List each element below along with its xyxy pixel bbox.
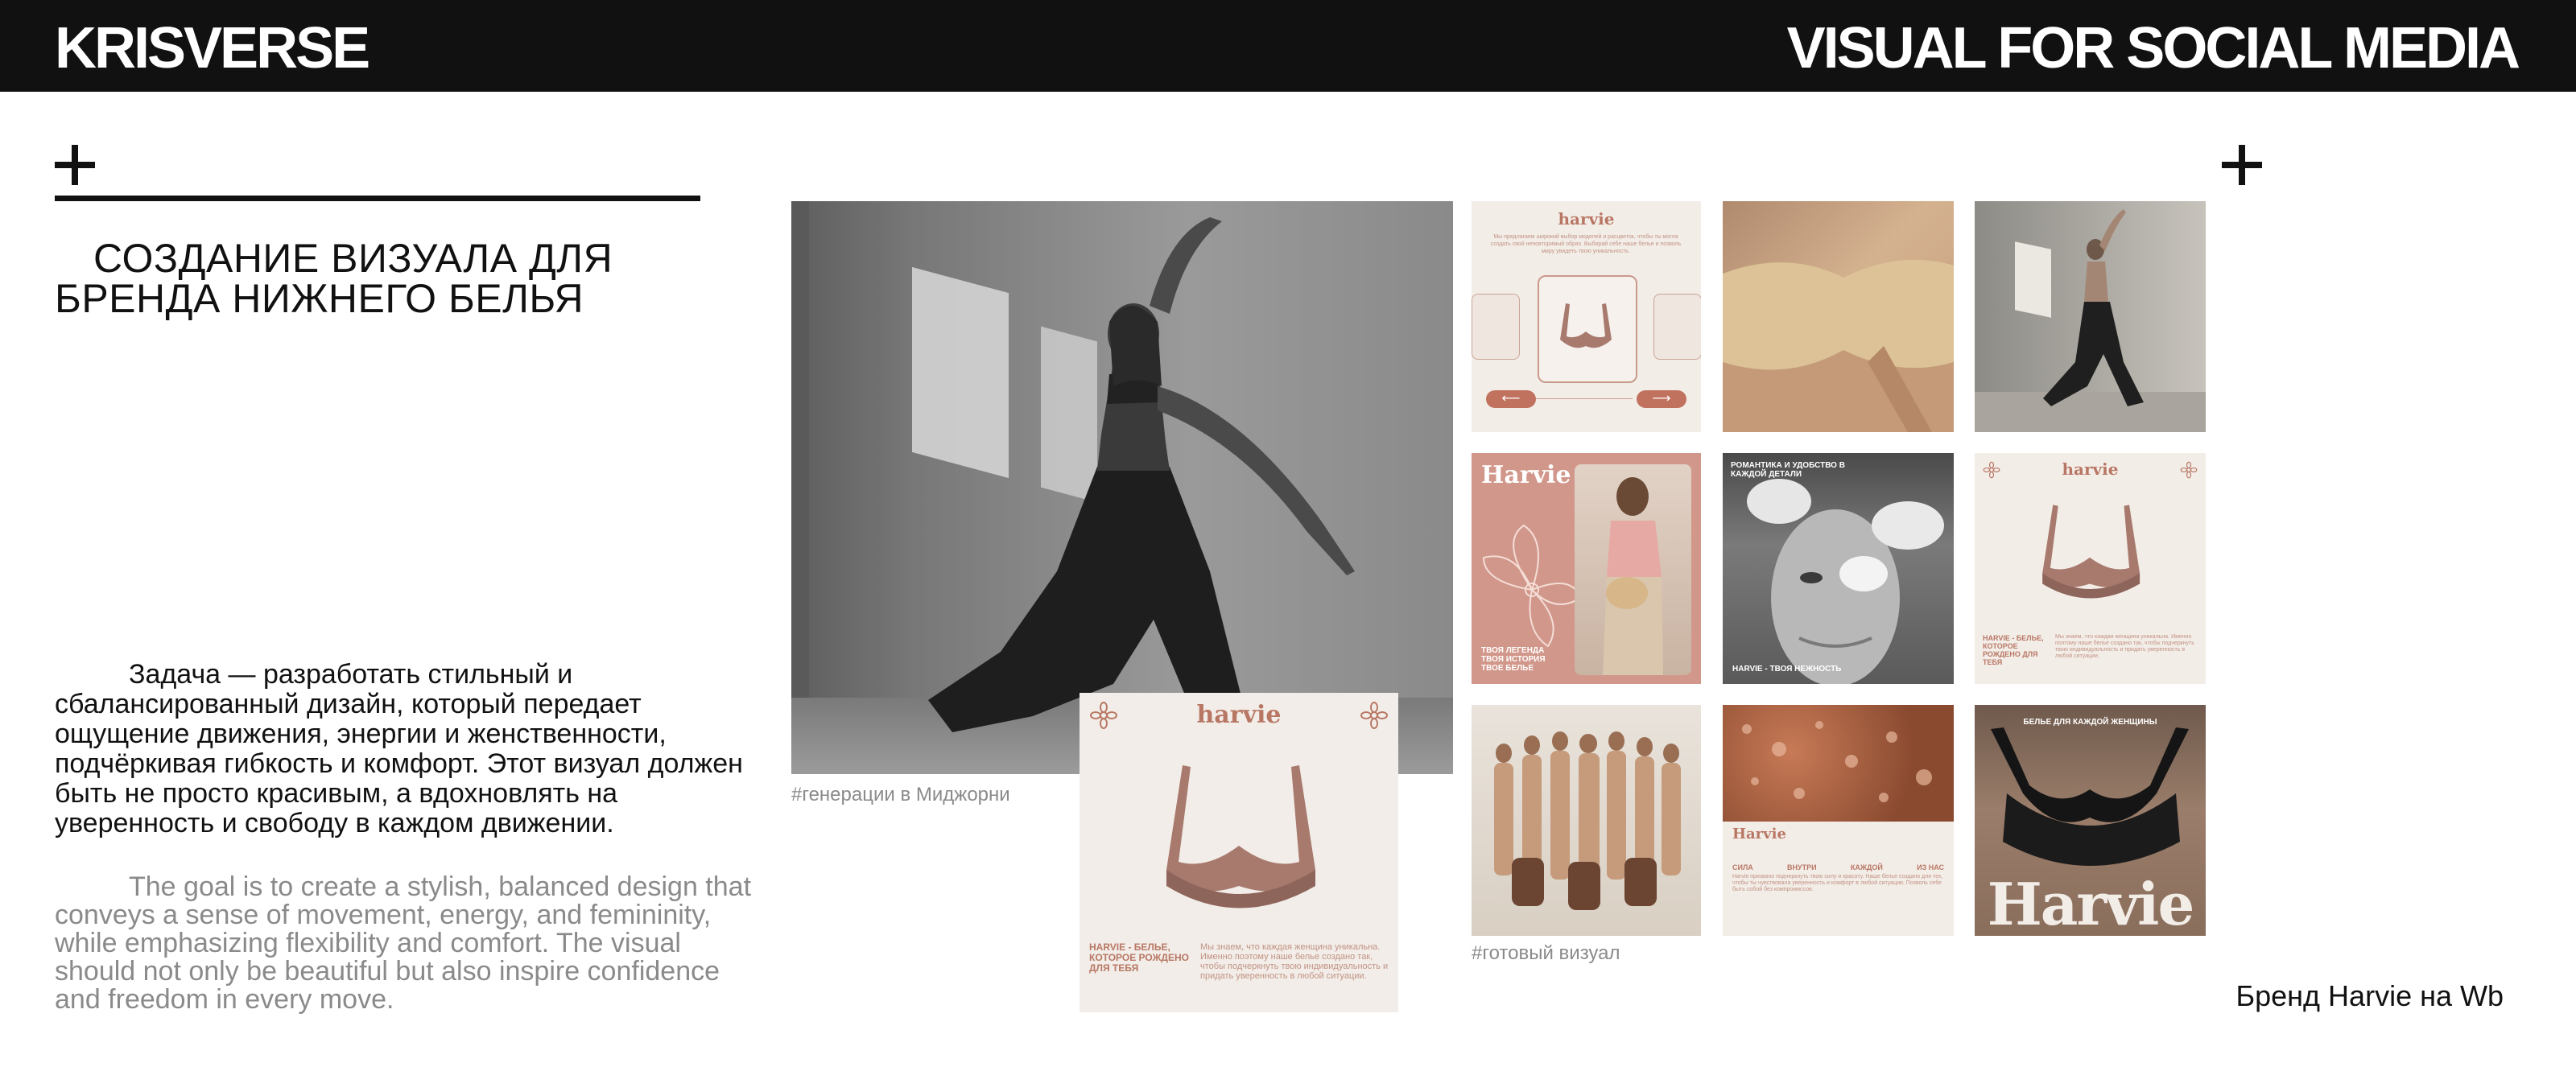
- brand-logo: KRISVERSE: [55, 16, 370, 80]
- tile-pink-model: Harvie ТВОЯ ЛЕГЕНДА ТВОЯ ИСТОРИЯ ТВОЕ БЕ…: [1472, 453, 1701, 684]
- tile-tenderness: HARVIE - ТВОЯ НЕЖНОСТЬ: [1732, 665, 1842, 674]
- plus-icon: [55, 145, 95, 185]
- header-bar: KRISVERSE VISUAL FOR SOCIAL MEDIA: [0, 0, 2576, 92]
- page-tagline: VISUAL FOR SOCIAL MEDIA: [1786, 16, 2520, 80]
- caption-generated: #генерации в Миджорни: [791, 784, 1010, 805]
- harvie-logo: harvie: [1196, 701, 1282, 729]
- flower-icon: [1360, 702, 1388, 729]
- tile-bra-card-small: harvie HARVIE - БЕЛЬЕ, КОТОРОЕ РОЖДЕНО Д…: [1975, 453, 2206, 684]
- tile-water-drops: Harvie СИЛА ВНУТРИ КАЖДОЙ ИЗ НАС Harvie …: [1723, 705, 1954, 936]
- tile-orchid-portrait: РОМАНТИКА И УДОБСТВО В КАЖДОЙ ДЕТАЛИ HAR…: [1723, 453, 1954, 684]
- task-description-en: The goal is to create a stylish, balance…: [55, 871, 752, 1015]
- plus-icon: [2222, 145, 2262, 185]
- bra-illustration: [1166, 765, 1315, 908]
- tile-carousel-card: harvie Мы предлагаем широкий выбор модел…: [1472, 201, 1701, 432]
- tile-beige-bra-photo: [1723, 201, 1954, 432]
- tile-every-woman: БЕЛЬЕ ДЛЯ КАЖДОЙ ЖЕНЩИНЫ: [2023, 718, 2157, 727]
- card-body-text: Мы знаем, что каждая женщина уникальна. …: [1200, 942, 1389, 981]
- divider: [55, 196, 700, 201]
- hero-dancer-photo: [791, 201, 1453, 774]
- tile-black-bra: БЕЛЬЕ ДЛЯ КАЖДОЙ ЖЕНЩИНЫ Harvie: [1975, 705, 2206, 936]
- tile-top-text: Мы предлагаем широкий выбор моделей и ра…: [1490, 234, 1682, 254]
- page-title: СОЗДАНИЕ ВИЗУАЛА ДЛЯ БРЕНДА НИЖНЕГО БЕЛЬ…: [55, 236, 613, 321]
- arrow-left-button: ⟵: [1486, 390, 1536, 408]
- flower-icon: [1090, 702, 1117, 729]
- tile-romance-title: РОМАНТИКА И УДОБСТВО В КАЖДОЙ ДЕТАЛИ: [1731, 461, 1845, 479]
- harvie-product-card: harvie HARVIE - БЕЛЬЕ, КОТОРОЕ РОЖДЕНО Д…: [1080, 693, 1398, 1012]
- tile-dancer-photo: [1975, 201, 2206, 432]
- task-description-ru: Задача — разработать стильный и сбаланси…: [55, 659, 743, 838]
- tile-legend-text: ТВОЯ ЛЕГЕНДА ТВОЯ ИСТОРИЯ ТВОЕ БЕЛЬЕ: [1481, 646, 1546, 673]
- tile-group-models: [1472, 705, 1701, 936]
- brand-note: Бренд Harvie на Wb: [2235, 979, 2504, 1012]
- card-slogan: HARVIE - БЕЛЬЕ, КОТОРОЕ РОЖДЕНО ДЛЯ ТЕБЯ: [1089, 941, 1189, 974]
- arrow-right-button: ⟶: [1637, 390, 1686, 408]
- caption-final: #готовый визуал: [1472, 942, 1620, 964]
- tile-power-words: СИЛА ВНУТРИ КАЖДОЙ ИЗ НАС: [1732, 863, 1944, 871]
